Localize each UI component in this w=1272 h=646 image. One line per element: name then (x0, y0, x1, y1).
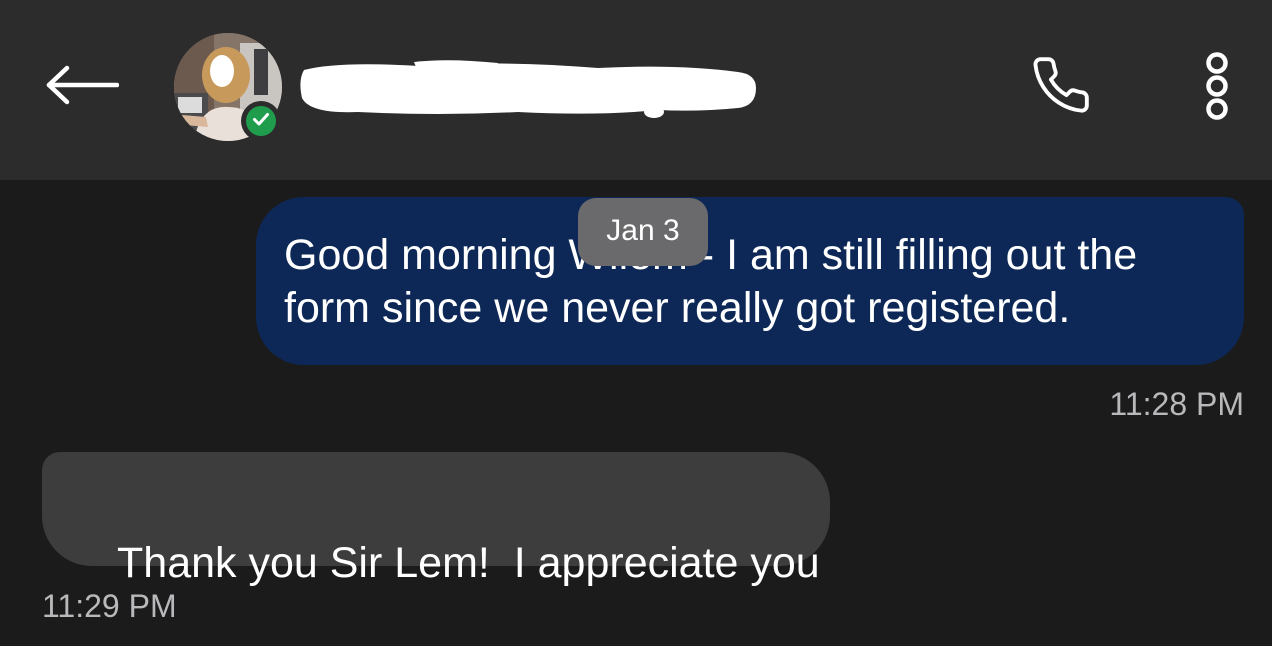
more-vertical-icon (1203, 51, 1231, 126)
call-button[interactable] (1024, 50, 1098, 124)
contact-name-redacted (298, 60, 758, 118)
outgoing-message-bubble[interactable]: Good morning Wilem - I am still filling … (256, 197, 1244, 365)
date-separator-chip: Jan 3 (578, 198, 708, 266)
arrow-left-icon (45, 65, 120, 110)
message-timestamp: 11:29 PM (42, 588, 177, 624)
verified-badge (241, 101, 281, 141)
date-label: Jan 3 (606, 214, 680, 247)
more-options-button[interactable] (1194, 46, 1240, 130)
conversation-header (0, 0, 1272, 180)
incoming-message-bubble[interactable]: Thank you Sir Lem! I appreciate you (42, 452, 830, 587)
back-button[interactable] (40, 52, 124, 122)
message-text: Good morning Wilem - I am still filling … (284, 231, 1138, 332)
conversation-screen: Good morning Wilem - I am still filling … (0, 0, 1272, 646)
check-circle-icon (251, 109, 271, 134)
message-text: Thank you Sir Lem! I appreciate you (117, 539, 820, 587)
phone-icon (1030, 54, 1092, 121)
message-timestamp: 11:28 PM (1109, 386, 1244, 422)
